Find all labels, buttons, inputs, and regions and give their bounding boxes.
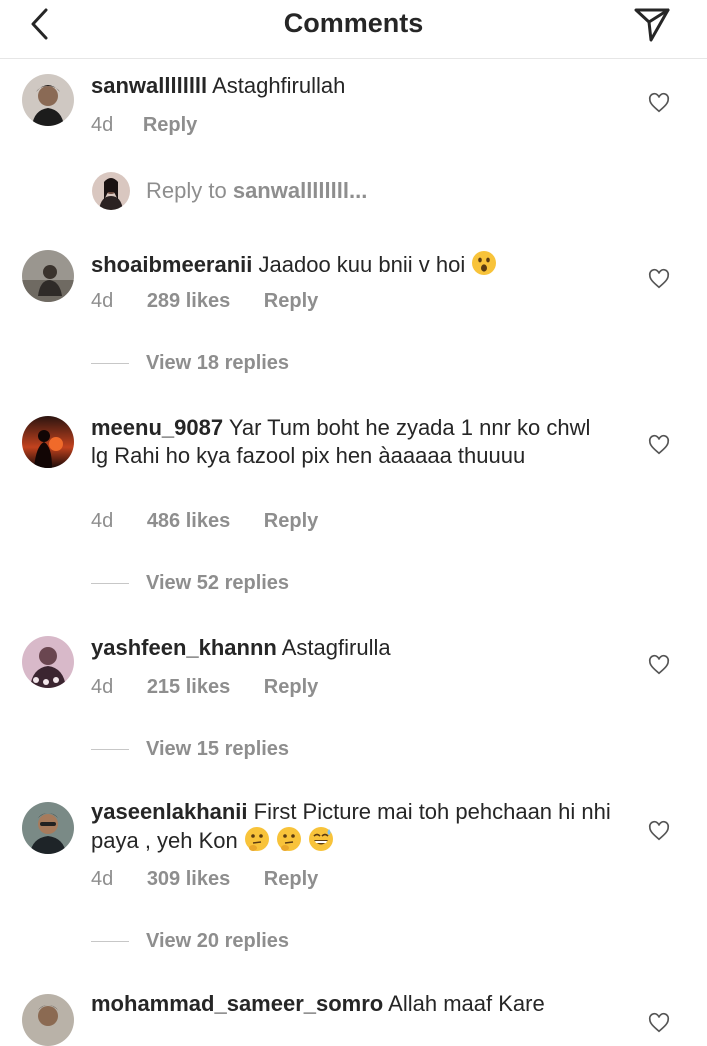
reply-target-user: sanwallllllll... [232, 178, 368, 203]
comment-meta: 4d 215 likes Reply [91, 676, 318, 699]
comment-text: yaseenlakhanii First Picture mai toh peh… [91, 798, 611, 855]
view-replies-button[interactable]: View 15 replies [91, 738, 289, 761]
comment-text: meenu_9087 Yar Tum boht he zyada 1 nnr k… [91, 414, 611, 470]
avatar[interactable] [22, 74, 74, 126]
comment-username[interactable]: yaseenlakhanii [91, 799, 248, 824]
avatar[interactable] [22, 802, 74, 854]
view-replies-button[interactable]: View 20 replies [91, 930, 289, 953]
send-icon[interactable] [632, 4, 672, 44]
comment-meta: 4d 289 likes Reply [91, 290, 318, 313]
view-replies-label: View 15 replies [146, 738, 290, 760]
comment-body: Astaghfirullah [212, 73, 346, 98]
divider-line [91, 363, 129, 365]
reply-button[interactable]: Reply [264, 868, 318, 891]
reply-placeholder: Reply to sanwallllllll... [146, 178, 367, 204]
comment-time: 4d [91, 676, 114, 698]
comment-text: sanwallllllll Astaghfirullah [91, 72, 611, 100]
thinking-face-emoji-icon [277, 827, 302, 851]
comment-username[interactable]: mohammad_sameer_somro [91, 991, 383, 1016]
divider-line [91, 749, 129, 751]
comment-username[interactable]: yashfeen_khannn [91, 635, 277, 660]
hushed-face-emoji-icon [472, 251, 497, 275]
avatar[interactable] [22, 636, 74, 688]
heart-icon[interactable] [648, 1012, 670, 1034]
comment-text: mohammad_sameer_somro Allah maaf Kare [91, 990, 611, 1018]
comment-username[interactable]: shoaibmeeranii [91, 252, 252, 277]
likes-count[interactable]: 215 likes [147, 676, 230, 699]
heart-icon[interactable] [648, 820, 670, 842]
comment-text: shoaibmeeranii Jaadoo kuu bnii v hoi [91, 250, 611, 279]
view-replies-label: View 20 replies [146, 930, 290, 952]
view-replies-button[interactable]: View 18 replies [91, 352, 289, 375]
comment-body: Allah maaf Kare [388, 991, 545, 1016]
reply-button[interactable]: Reply [143, 114, 197, 137]
reply-button[interactable]: Reply [264, 510, 318, 533]
view-replies-label: View 18 replies [146, 352, 290, 374]
likes-count[interactable]: 289 likes [147, 290, 230, 313]
comment-meta: 4d 486 likes Reply [91, 510, 318, 533]
reply-button[interactable]: Reply [264, 676, 318, 699]
divider-line [91, 583, 129, 585]
heart-icon[interactable] [648, 654, 670, 676]
likes-count[interactable]: 309 likes [147, 868, 230, 891]
likes-count[interactable]: 486 likes [147, 510, 230, 533]
heart-icon[interactable] [648, 92, 670, 114]
reply-button[interactable]: Reply [264, 290, 318, 313]
divider-line [91, 941, 129, 943]
comment-username[interactable]: meenu_9087 [91, 415, 223, 440]
page-title: Comments [283, 8, 424, 38]
comment-time: 4d [91, 114, 114, 136]
reply-prefix: Reply to [146, 178, 233, 203]
comment-time: 4d [91, 868, 114, 890]
avatar[interactable] [22, 416, 74, 468]
avatar[interactable] [22, 994, 74, 1046]
heart-icon[interactable] [648, 268, 670, 290]
comment-time: 4d [91, 510, 114, 532]
heart-icon[interactable] [648, 434, 670, 456]
comment-time: 4d [91, 290, 114, 312]
comment-body: Astagfirulla [281, 635, 391, 660]
view-replies-label: View 52 replies [146, 572, 290, 594]
comment-body: Jaadoo kuu bnii v hoi [258, 252, 466, 277]
grinning-sweat-emoji-icon [309, 827, 334, 851]
thinking-face-emoji-icon [244, 827, 269, 851]
comment-meta: 4d Reply [91, 114, 197, 137]
comment-meta: 4d 309 likes Reply [91, 868, 318, 891]
header-bar: Comments [0, 0, 707, 59]
view-replies-button[interactable]: View 52 replies [91, 572, 289, 595]
current-user-avatar [92, 172, 130, 210]
avatar[interactable] [22, 250, 74, 302]
comment-username[interactable]: sanwallllllll [91, 73, 207, 98]
comment-text: yashfeen_khannn Astagfirulla [91, 634, 611, 662]
